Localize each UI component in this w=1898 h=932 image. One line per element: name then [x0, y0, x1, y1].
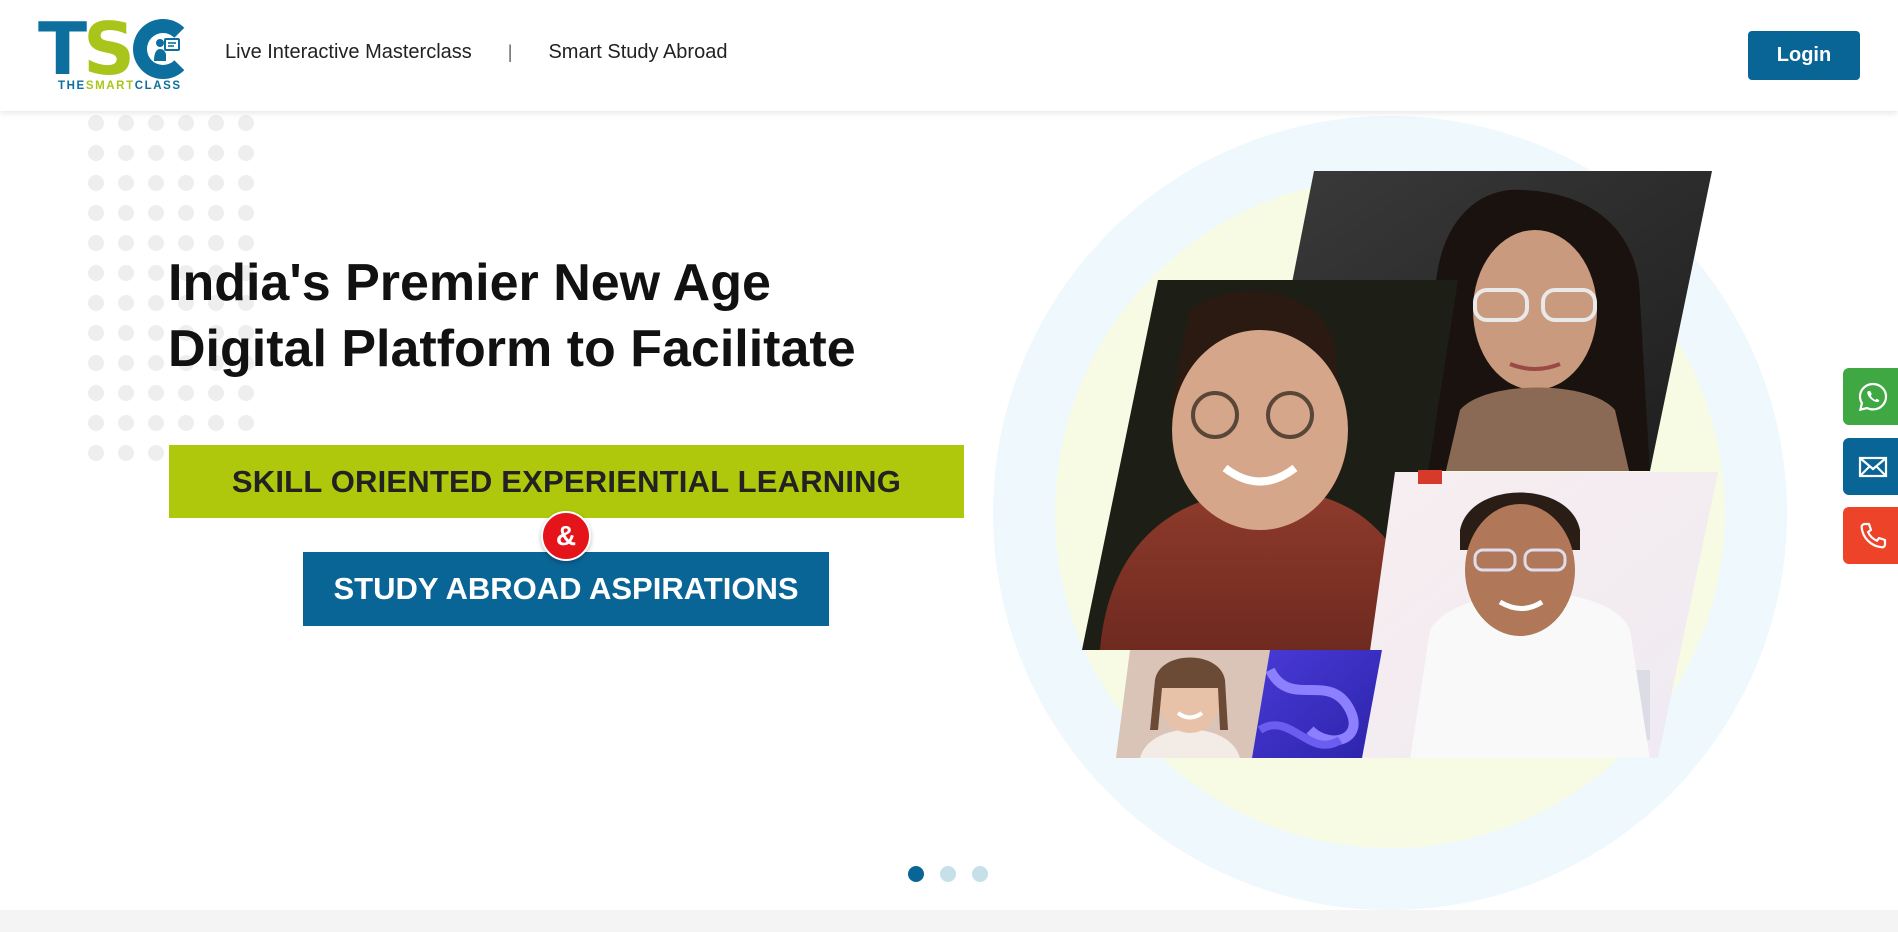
pattern-dot — [88, 325, 104, 341]
logo-letter-s: S — [83, 7, 135, 91]
pattern-dot — [88, 235, 104, 251]
pattern-dot — [178, 145, 194, 161]
pattern-dot — [118, 115, 134, 131]
pattern-dot — [118, 175, 134, 191]
pattern-dot — [208, 415, 224, 431]
pattern-dot — [118, 445, 134, 461]
tagline-smart: SMART — [85, 80, 135, 92]
whatsapp-icon — [1858, 382, 1888, 411]
pattern-dot — [88, 175, 104, 191]
pattern-dot — [88, 205, 104, 221]
logo-tagline: THESMARTCLASS — [58, 80, 182, 92]
tagline-class: CLASS — [134, 80, 182, 92]
teacher-board-icon — [153, 38, 180, 61]
pattern-dot — [118, 415, 134, 431]
pattern-dot — [178, 235, 194, 251]
pattern-dot — [178, 415, 194, 431]
pattern-dot — [148, 115, 164, 131]
logo-letter-c — [132, 19, 193, 79]
pattern-dot — [208, 385, 224, 401]
headline-line-1: India's Premier New Age — [168, 254, 771, 312]
pattern-dot — [118, 355, 134, 371]
ampersand-badge: & — [541, 511, 591, 561]
mail-icon — [1858, 456, 1888, 477]
login-button[interactable]: Login — [1748, 31, 1860, 80]
pattern-dot — [118, 325, 134, 341]
pattern-dot — [88, 355, 104, 371]
logo-letter-t: T — [38, 7, 87, 91]
carousel-dot-2[interactable] — [940, 866, 956, 882]
pattern-dot — [88, 415, 104, 431]
pattern-dot — [88, 295, 104, 311]
next-section-edge — [0, 910, 1898, 932]
tagline-the: THE — [58, 80, 86, 92]
pattern-dot — [178, 175, 194, 191]
pattern-dot — [148, 295, 164, 311]
tsc-logo[interactable]: T S THESMARTCLASS — [38, 7, 198, 94]
pattern-dot — [148, 355, 164, 371]
hero-carousel-dots — [908, 866, 988, 882]
pattern-dot — [148, 235, 164, 251]
nav-live-interactive-masterclass[interactable]: Live Interactive Masterclass — [225, 41, 472, 64]
email-contact-button[interactable] — [1843, 438, 1898, 495]
pattern-dot — [118, 205, 134, 221]
pattern-dot — [238, 175, 254, 191]
pattern-dot — [178, 385, 194, 401]
pattern-dot — [88, 385, 104, 401]
pattern-dot — [148, 265, 164, 281]
pattern-dot — [238, 205, 254, 221]
carousel-dot-1[interactable] — [908, 866, 924, 882]
site-header: T S THESMARTCLASS Live Interactive Maste… — [0, 0, 1898, 111]
pattern-dot — [238, 115, 254, 131]
pattern-dot — [208, 115, 224, 131]
pattern-dot — [118, 295, 134, 311]
pattern-dot — [118, 265, 134, 281]
pattern-dot — [148, 385, 164, 401]
pattern-dot — [178, 205, 194, 221]
nav-separator: | — [507, 41, 513, 62]
phone-icon — [1860, 522, 1887, 548]
headline-line-2: Digital Platform to Facilitate — [168, 320, 856, 378]
hero-collage-illustration — [993, 116, 1787, 910]
pattern-dot — [88, 115, 104, 131]
pattern-dot — [88, 265, 104, 281]
pattern-dot — [238, 415, 254, 431]
pattern-dot — [148, 415, 164, 431]
main-nav: Live Interactive Masterclass | Smart Stu… — [225, 0, 727, 104]
logo-mark: T S — [38, 7, 193, 91]
hero-headline: India's Premier New Age Digital Platform… — [168, 250, 968, 382]
pattern-dot — [88, 145, 104, 161]
pattern-dot — [148, 175, 164, 191]
whatsapp-contact-button[interactable] — [1843, 368, 1898, 425]
pattern-dot — [148, 145, 164, 161]
pattern-dot — [208, 175, 224, 191]
study-abroad-banner: STUDY ABROAD ASPIRATIONS — [303, 552, 829, 626]
pattern-dot — [238, 385, 254, 401]
carousel-dot-3[interactable] — [972, 866, 988, 882]
nav-smart-study-abroad[interactable]: Smart Study Abroad — [548, 41, 727, 64]
skill-learning-banner: SKILL ORIENTED EXPERIENTIAL LEARNING — [169, 445, 964, 518]
phone-contact-button[interactable] — [1843, 507, 1898, 564]
pattern-dot — [208, 205, 224, 221]
pattern-dot — [208, 145, 224, 161]
pattern-dot — [118, 385, 134, 401]
ampersand-text: & — [555, 520, 577, 551]
pattern-dot — [118, 145, 134, 161]
pattern-dot — [148, 325, 164, 341]
pattern-dot — [88, 445, 104, 461]
study-banner-text: STUDY ABROAD ASPIRATIONS — [333, 571, 799, 606]
pattern-dot — [178, 115, 194, 131]
pattern-dot — [238, 145, 254, 161]
pattern-dot — [118, 235, 134, 251]
pattern-dot — [148, 205, 164, 221]
pattern-dot — [238, 235, 254, 251]
pattern-dot — [148, 445, 164, 461]
pattern-dot — [208, 235, 224, 251]
skill-banner-text: SKILL ORIENTED EXPERIENTIAL LEARNING — [231, 463, 902, 499]
